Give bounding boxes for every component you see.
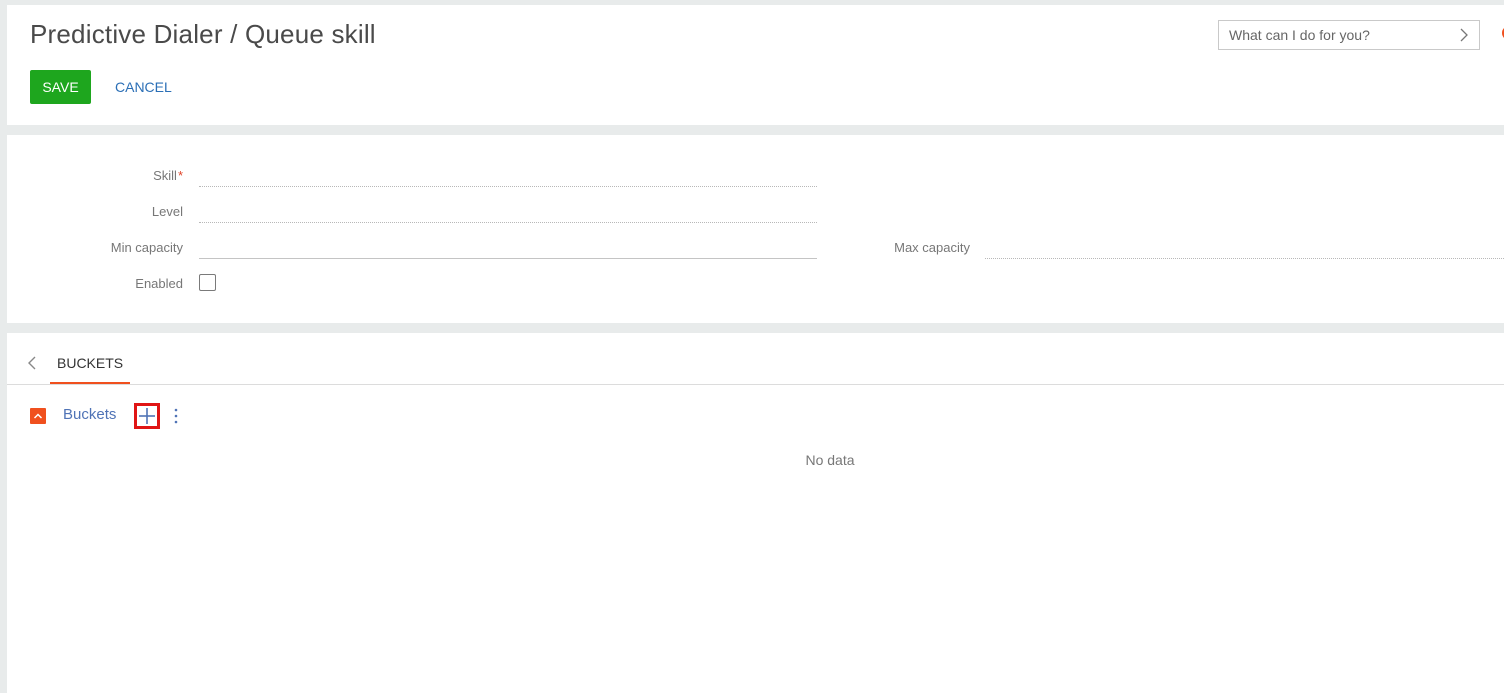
- fields-panel: Skill* Level Min capacity Max capacity E…: [7, 135, 1504, 323]
- plus-icon: [139, 408, 155, 424]
- enabled-checkbox[interactable]: [199, 274, 216, 291]
- collapse-button[interactable]: [30, 408, 46, 424]
- min-capacity-label: Min capacity: [110, 240, 183, 255]
- max-capacity-label: Max capacity: [894, 240, 970, 255]
- chevron-right-icon[interactable]: [1457, 27, 1471, 43]
- level-label: Level: [151, 204, 183, 219]
- cancel-button[interactable]: CANCEL: [104, 70, 183, 104]
- level-field[interactable]: [199, 201, 817, 223]
- skill-field[interactable]: [199, 165, 817, 187]
- command-search-input[interactable]: [1219, 21, 1449, 49]
- chevron-up-icon: [33, 413, 43, 419]
- skill-label-text: Skill: [153, 168, 177, 183]
- add-bucket-button[interactable]: [134, 403, 160, 429]
- tab-buckets[interactable]: BUCKETS: [50, 355, 131, 385]
- tab-divider: [7, 384, 1504, 385]
- command-search[interactable]: [1218, 20, 1480, 50]
- max-capacity-field[interactable]: [985, 237, 1504, 259]
- enabled-label: Enabled: [135, 276, 183, 291]
- min-capacity-field[interactable]: [199, 237, 817, 259]
- page-title: Predictive Dialer / Queue skill: [30, 19, 376, 49]
- skill-label: Skill*: [13, 168, 183, 183]
- detail-panel: BUCKETS Buckets No data: [7, 333, 1504, 693]
- empty-state-text: No data: [805, 452, 855, 468]
- required-marker: *: [177, 168, 183, 183]
- save-button[interactable]: SAVE: [30, 70, 91, 104]
- chevron-left-icon[interactable]: [25, 355, 39, 371]
- vertical-dots-icon[interactable]: [170, 407, 182, 425]
- header-panel: Predictive Dialer / Queue skill SAVE CAN…: [7, 5, 1504, 125]
- detail-title[interactable]: Buckets: [63, 406, 116, 423]
